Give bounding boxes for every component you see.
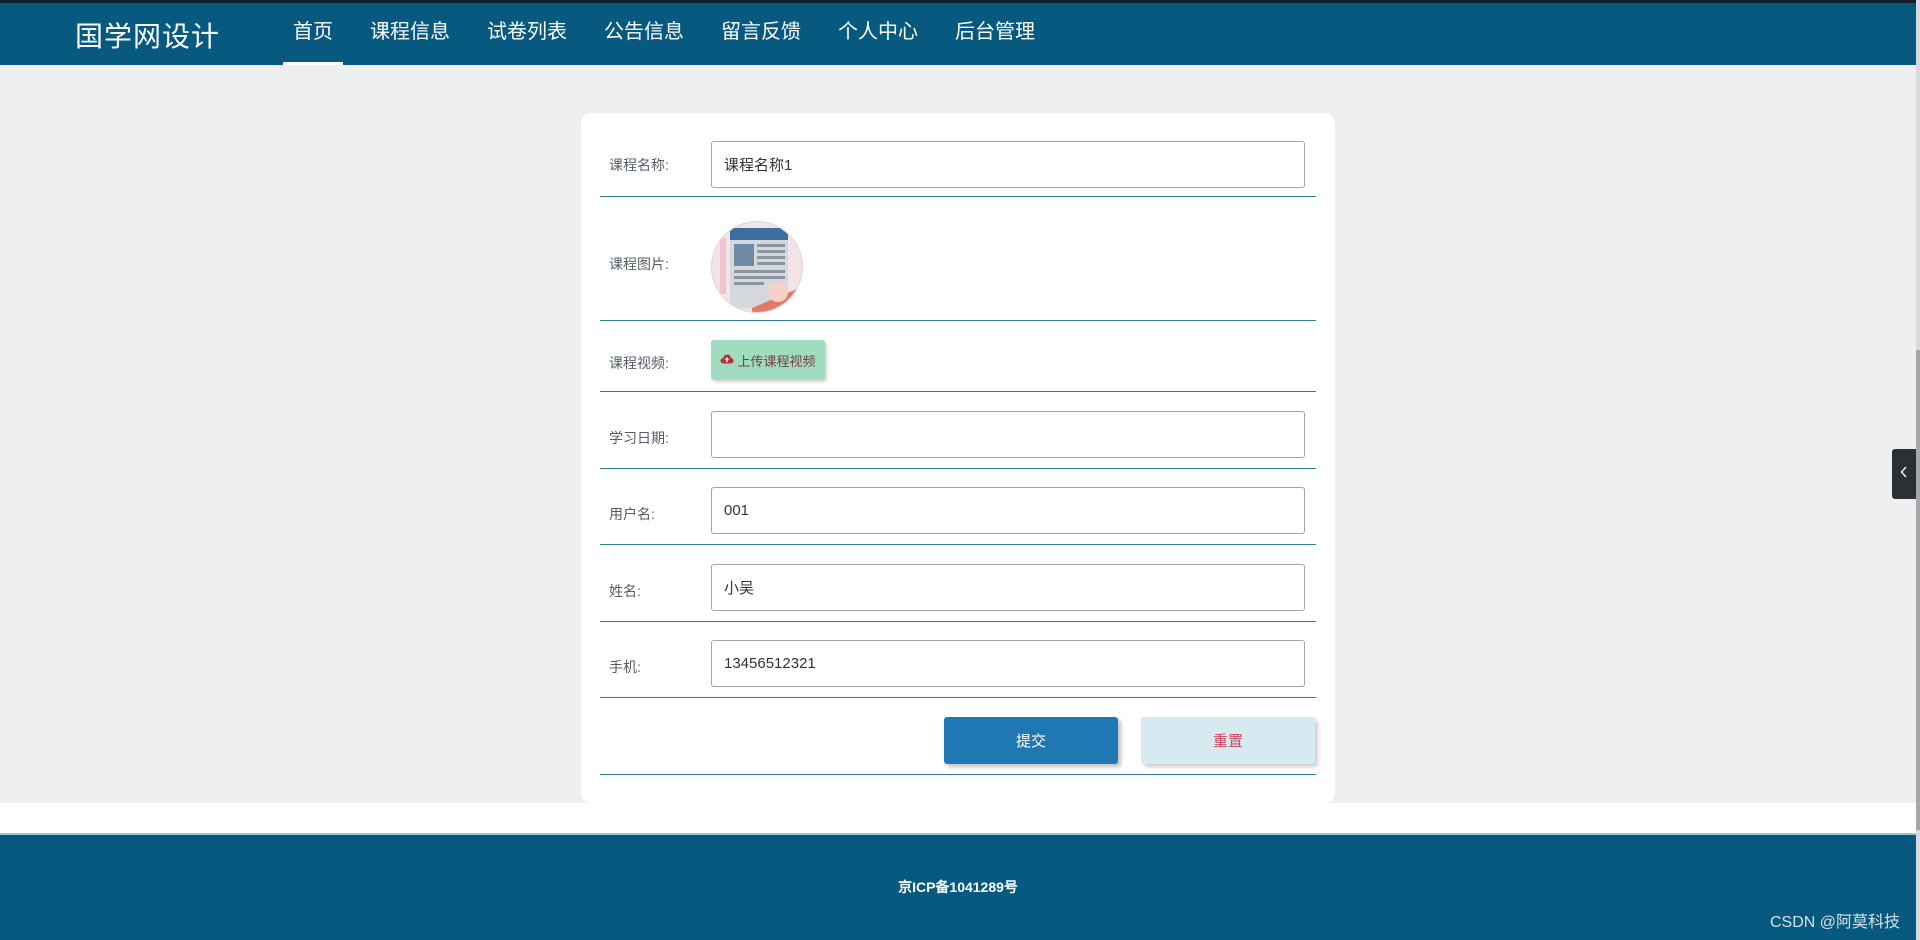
nav-exam-list[interactable]: 试卷列表 bbox=[477, 3, 577, 65]
form-row-course-name: 课程名称: bbox=[600, 113, 1316, 197]
cloud-upload-icon bbox=[720, 353, 734, 368]
reset-button[interactable]: 重置 bbox=[1141, 717, 1315, 764]
footer: 京ICP备1041289号 CSDN @阿莫科技 bbox=[0, 833, 1916, 940]
username-label: 用户名: bbox=[609, 506, 655, 522]
nav-course-info[interactable]: 课程信息 bbox=[360, 3, 460, 65]
top-navbar: 国学网设计 首页 课程信息 试卷列表 公告信息 留言反馈 个人中心 后台管理 bbox=[0, 0, 1916, 65]
form-row-study-date: 学习日期: bbox=[600, 392, 1316, 469]
form-row-username: 用户名: bbox=[600, 469, 1316, 545]
course-form-card: 课程名称: 课程图片: bbox=[581, 113, 1335, 803]
nav-announcements[interactable]: 公告信息 bbox=[594, 3, 694, 65]
form-row-course-image: 课程图片: bbox=[600, 197, 1316, 321]
nav-admin[interactable]: 后台管理 bbox=[945, 3, 1045, 65]
form-row-actions: 提交 重置 bbox=[600, 698, 1316, 775]
upload-video-button[interactable]: 上传课程视频 bbox=[711, 340, 825, 380]
site-logo[interactable]: 国学网设计 bbox=[75, 15, 220, 55]
side-panel-toggle[interactable] bbox=[1892, 449, 1916, 499]
course-name-label: 课程名称: bbox=[609, 157, 669, 173]
page: 国学网设计 首页 课程信息 试卷列表 公告信息 留言反馈 个人中心 后台管理 课… bbox=[0, 0, 1920, 940]
scrollbar-thumb[interactable] bbox=[1916, 350, 1920, 830]
main-nav: 首页 课程信息 试卷列表 公告信息 留言反馈 个人中心 后台管理 bbox=[283, 3, 1062, 65]
form-row-course-video: 课程视频: 上传课程视频 bbox=[600, 321, 1316, 392]
phone-label: 手机: bbox=[609, 659, 641, 675]
nav-personal-center[interactable]: 个人中心 bbox=[828, 3, 928, 65]
course-video-label: 课程视频: bbox=[609, 355, 669, 371]
course-name-input[interactable] bbox=[711, 141, 1305, 188]
nav-home[interactable]: 首页 bbox=[283, 3, 343, 65]
course-image-preview bbox=[712, 222, 802, 312]
icp-record[interactable]: 京ICP备1041289号 bbox=[0, 877, 1916, 897]
course-image-label: 课程图片: bbox=[609, 256, 669, 272]
phone-input[interactable] bbox=[711, 640, 1305, 687]
submit-button[interactable]: 提交 bbox=[944, 717, 1118, 764]
nav-feedback[interactable]: 留言反馈 bbox=[711, 3, 811, 65]
username-input[interactable] bbox=[711, 487, 1305, 534]
name-input[interactable] bbox=[711, 564, 1305, 611]
form-row-phone: 手机: bbox=[600, 622, 1316, 698]
study-date-input[interactable] bbox=[711, 411, 1305, 458]
chevron-left-icon bbox=[1900, 465, 1908, 483]
name-label: 姓名: bbox=[609, 583, 641, 599]
form-row-name: 姓名: bbox=[600, 545, 1316, 622]
course-image-thumbnail[interactable] bbox=[711, 221, 803, 313]
page-scrollbar[interactable] bbox=[1916, 0, 1920, 940]
watermark: CSDN @阿莫科技 bbox=[1769, 914, 1900, 931]
footer-spacer bbox=[0, 803, 1916, 833]
study-date-label: 学习日期: bbox=[609, 430, 669, 446]
upload-video-label: 上传课程视频 bbox=[737, 353, 816, 369]
